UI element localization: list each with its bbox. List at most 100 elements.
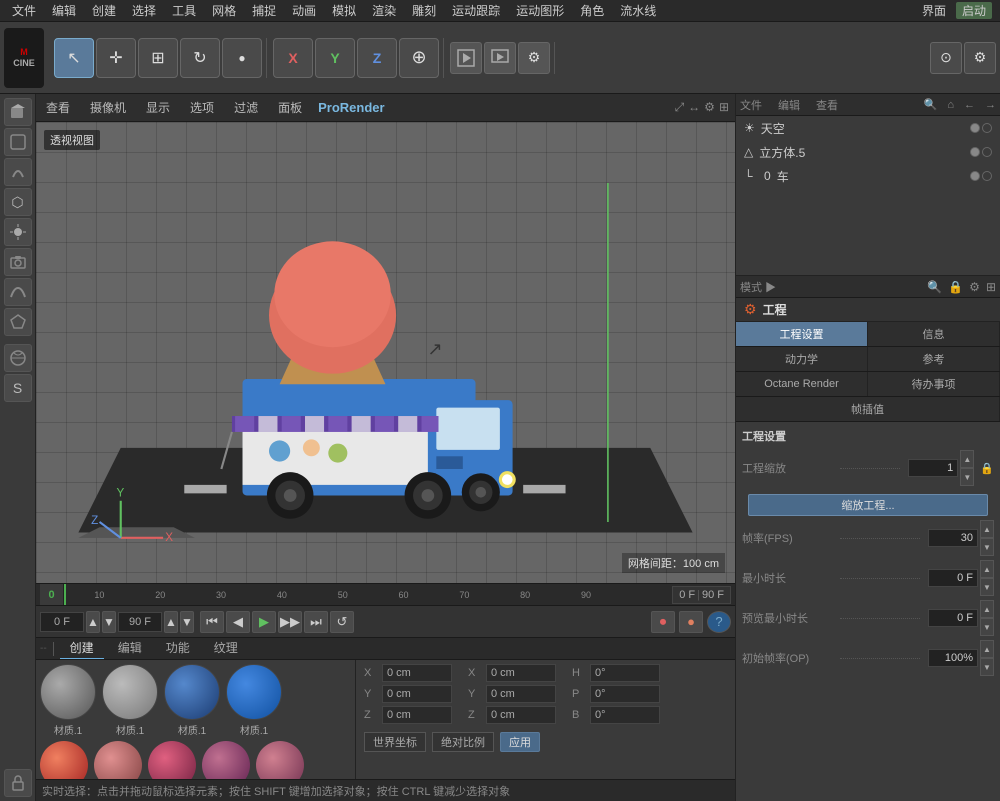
props-lock-icon[interactable]: 🔒 bbox=[948, 280, 963, 294]
script-icon[interactable]: S bbox=[4, 374, 32, 402]
move-tool-btn[interactable]: ✛ bbox=[96, 38, 136, 78]
scale-project-btn[interactable]: 缩放工程... bbox=[748, 494, 988, 516]
coord-y2-input[interactable] bbox=[486, 685, 556, 703]
prop-mintime-down[interactable]: ▼ bbox=[980, 578, 994, 596]
props-gear-icon[interactable]: ⚙ bbox=[969, 280, 980, 294]
apply-coord-btn[interactable]: 应用 bbox=[500, 732, 540, 752]
vp-filter-btn[interactable]: 过滤 bbox=[230, 97, 262, 118]
menu-tools[interactable]: 工具 bbox=[164, 0, 204, 21]
material-row2-item-4[interactable] bbox=[202, 741, 250, 779]
obj-forward-icon[interactable]: → bbox=[985, 99, 996, 111]
prop-scale-down[interactable]: ▼ bbox=[960, 468, 974, 486]
prop-mintime-input[interactable] bbox=[928, 569, 978, 587]
vp-options-btn[interactable]: 选项 bbox=[186, 97, 218, 118]
menu-file[interactable]: 文件 bbox=[4, 0, 44, 21]
sky-lock-dot[interactable] bbox=[982, 123, 992, 133]
obj-item-sky[interactable]: ☀ 天空 bbox=[736, 116, 1000, 140]
transport-auto-key-btn[interactable]: ● bbox=[679, 611, 703, 633]
vp-swap-icon[interactable]: ↔ bbox=[688, 100, 700, 115]
material-item-4[interactable]: 材质.1 bbox=[226, 664, 282, 737]
material-item-2[interactable]: 材质.1 bbox=[102, 664, 158, 737]
material-row2-item-2[interactable] bbox=[94, 741, 142, 779]
lock-icon[interactable] bbox=[4, 769, 32, 797]
transport-play-btn[interactable]: ▶ bbox=[252, 611, 276, 633]
prop-scale-input[interactable] bbox=[908, 459, 958, 477]
tab-create[interactable]: 创建 bbox=[60, 637, 104, 660]
vp-gear-icon[interactable]: ⚙ bbox=[704, 100, 715, 115]
coord-h-input[interactable] bbox=[590, 664, 660, 682]
car-lock-dot[interactable] bbox=[982, 171, 992, 181]
coord-x-input[interactable] bbox=[382, 664, 452, 682]
props-tab-dynamics[interactable]: 动力学 bbox=[736, 347, 868, 371]
prop-previewmin-up[interactable]: ▲ bbox=[980, 600, 994, 618]
transport-start-frame[interactable] bbox=[40, 612, 84, 632]
menu-sculpt[interactable]: 雕刻 bbox=[404, 0, 444, 21]
polygon-icon[interactable] bbox=[4, 308, 32, 336]
timeline-track[interactable]: 10 20 30 40 50 60 70 80 90 bbox=[64, 584, 672, 605]
menu-simulate[interactable]: 模拟 bbox=[324, 0, 364, 21]
nurbs-icon[interactable] bbox=[4, 128, 32, 156]
transport-go-end-btn[interactable]: ⏭ bbox=[304, 611, 328, 633]
menu-create[interactable]: 创建 bbox=[84, 0, 124, 21]
props-tab-ref[interactable]: 参考 bbox=[868, 347, 1000, 371]
deformer-icon[interactable] bbox=[4, 158, 32, 186]
material-row2-item-1[interactable] bbox=[40, 741, 88, 779]
transport-help-btn[interactable]: ? bbox=[707, 611, 731, 633]
vp-display-btn[interactable]: 显示 bbox=[142, 97, 174, 118]
render-settings-btn[interactable]: ⚙ bbox=[518, 42, 550, 74]
material-item-3[interactable]: 材质.1 bbox=[164, 664, 220, 737]
prop-scale-up[interactable]: ▲ bbox=[960, 450, 974, 468]
vp-expand-icon[interactable]: ⤢ bbox=[675, 100, 685, 115]
transport-up-btn[interactable]: ▲ bbox=[86, 611, 100, 633]
material-item-1[interactable]: 材质.1 bbox=[40, 664, 96, 737]
viewport[interactable]: X Y Z 透视视图 网格间距：100 cm ↗ bbox=[36, 122, 735, 583]
menu-interface[interactable]: 界面 bbox=[916, 2, 952, 19]
vp-grid-icon[interactable]: ⊞ bbox=[719, 100, 729, 115]
prop-fps-up[interactable]: ▲ bbox=[980, 520, 994, 538]
vp-panel-btn[interactable]: 面板 bbox=[274, 97, 306, 118]
prop-previewmin-down[interactable]: ▼ bbox=[980, 618, 994, 636]
prop-previewmin-input[interactable] bbox=[928, 609, 978, 627]
prop-fps-down[interactable]: ▼ bbox=[980, 538, 994, 556]
menu-select[interactable]: 选择 bbox=[124, 0, 164, 21]
coord-z-input[interactable] bbox=[382, 706, 452, 724]
coord-z2-input[interactable] bbox=[486, 706, 556, 724]
abs-scale-btn[interactable]: 绝对比例 bbox=[432, 732, 494, 752]
transport-end-up-btn[interactable]: ▲ bbox=[164, 611, 178, 633]
material-row2-item-3[interactable] bbox=[148, 741, 196, 779]
transport-end-frame[interactable] bbox=[118, 612, 162, 632]
obj-home-icon[interactable]: ⌂ bbox=[947, 99, 954, 111]
props-tab-settings[interactable]: 工程设置 bbox=[736, 322, 868, 346]
transport-down-btn[interactable]: ▼ bbox=[102, 611, 116, 633]
menu-render[interactable]: 渲染 bbox=[364, 0, 404, 21]
render-view-btn[interactable] bbox=[484, 42, 516, 74]
transport-loop-btn[interactable]: ↺ bbox=[330, 611, 354, 633]
x-axis-btn[interactable]: X bbox=[273, 38, 313, 78]
menu-pipeline[interactable]: 流水线 bbox=[612, 0, 664, 21]
props-tab-octane[interactable]: Octane Render bbox=[736, 372, 868, 396]
tab-edit[interactable]: 编辑 bbox=[108, 637, 152, 660]
prop-initfps-input[interactable] bbox=[928, 649, 978, 667]
tab-texture[interactable]: 纹理 bbox=[204, 637, 248, 660]
rotate-tool-btn[interactable]: ↻ bbox=[180, 38, 220, 78]
coord-x2-input[interactable] bbox=[486, 664, 556, 682]
world-axis-btn[interactable]: ⊕ bbox=[399, 38, 439, 78]
tab-function[interactable]: 功能 bbox=[156, 637, 200, 660]
menu-motion-graph[interactable]: 运动图形 bbox=[508, 0, 572, 21]
sky-vis-dot[interactable] bbox=[970, 123, 980, 133]
menu-launch[interactable]: 启动 bbox=[956, 2, 992, 19]
transport-record-btn[interactable]: ⏺ bbox=[651, 611, 675, 633]
prop-fps-input[interactable] bbox=[928, 529, 978, 547]
props-search-icon[interactable]: 🔍 bbox=[927, 280, 942, 294]
prop-mintime-up[interactable]: ▲ bbox=[980, 560, 994, 578]
scale-tool-btn[interactable]: ⊞ bbox=[138, 38, 178, 78]
vp-camera-btn[interactable]: 摄像机 bbox=[86, 97, 130, 118]
scene-icon[interactable] bbox=[4, 344, 32, 372]
transport-go-start-btn[interactable]: ⏮ bbox=[200, 611, 224, 633]
render-region-btn[interactable] bbox=[450, 42, 482, 74]
generator-icon[interactable]: ⬡ bbox=[4, 188, 32, 216]
obj-item-car[interactable]: └ 0 车 bbox=[736, 164, 1000, 188]
prop-scale-lock[interactable]: 🔒 bbox=[980, 462, 994, 475]
menu-animation[interactable]: 动画 bbox=[284, 0, 324, 21]
menu-mesh[interactable]: 网格 bbox=[204, 0, 244, 21]
